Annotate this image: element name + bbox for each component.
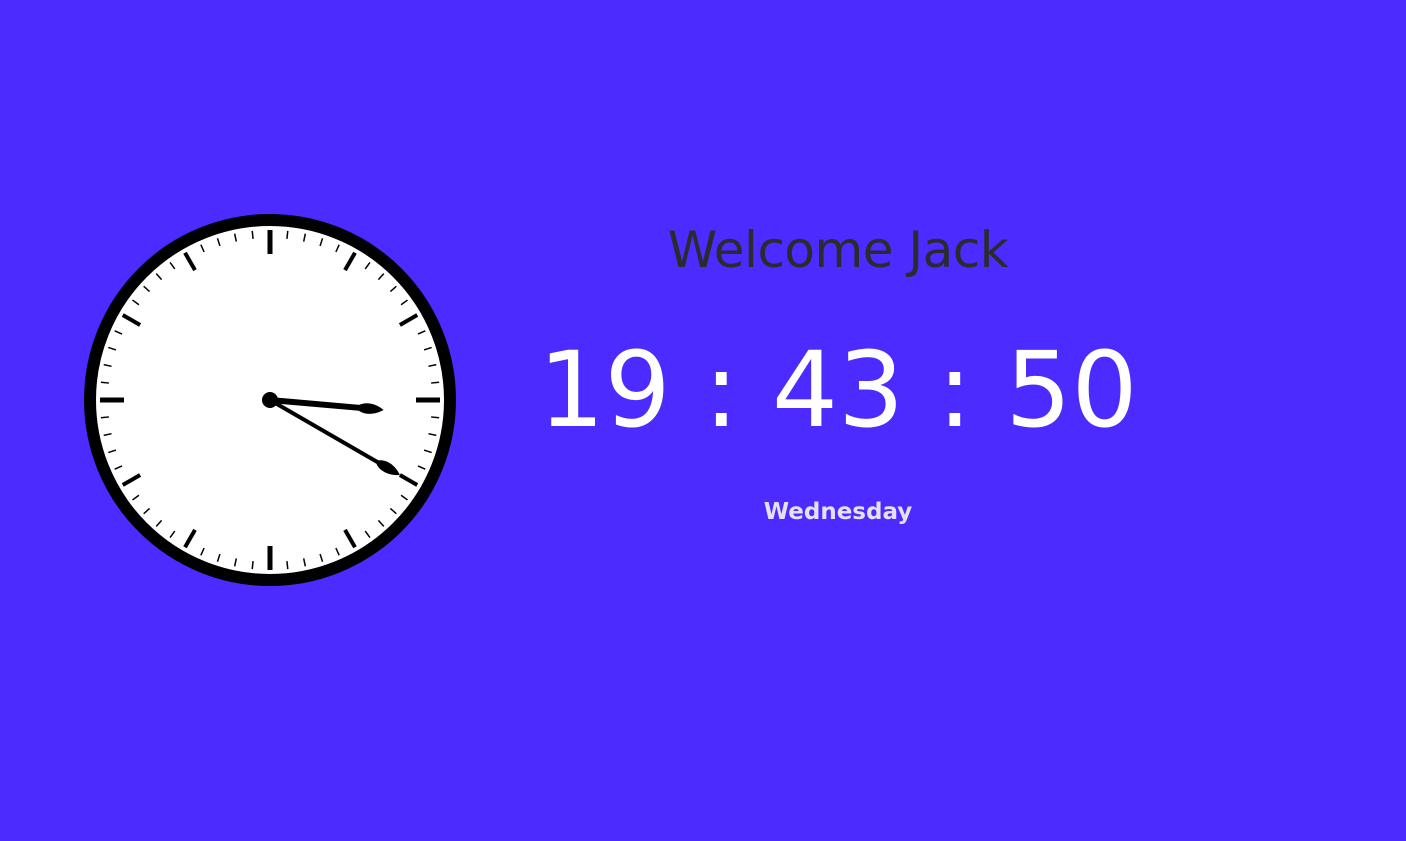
analog-clock: [84, 214, 456, 586]
clock-minute-tick: [251, 561, 254, 570]
clock-minute-tick: [431, 416, 440, 419]
clock-minute-tick: [286, 561, 289, 570]
clock-minute-tick: [251, 230, 254, 239]
clock-minute-tick: [100, 381, 109, 384]
digital-seconds: 50: [1005, 329, 1138, 451]
welcome-heading: Welcome Jack: [667, 221, 1009, 279]
clock-minute-tick: [286, 230, 289, 239]
digital-clock: 19 : 43 : 50: [538, 330, 1138, 450]
app-root: Welcome Jack 19 : 43 : 50 Wednesday: [0, 0, 1406, 841]
clock-minute-tick: [100, 416, 109, 419]
digital-separator: :: [703, 329, 739, 451]
day-of-week: Wednesday: [763, 499, 913, 525]
digital-minutes: 43: [771, 329, 905, 451]
digital-hours: 19: [538, 329, 671, 451]
clock-minute-tick: [431, 381, 440, 384]
digital-separator: :: [937, 329, 973, 451]
clock-center-icon: [262, 392, 278, 408]
